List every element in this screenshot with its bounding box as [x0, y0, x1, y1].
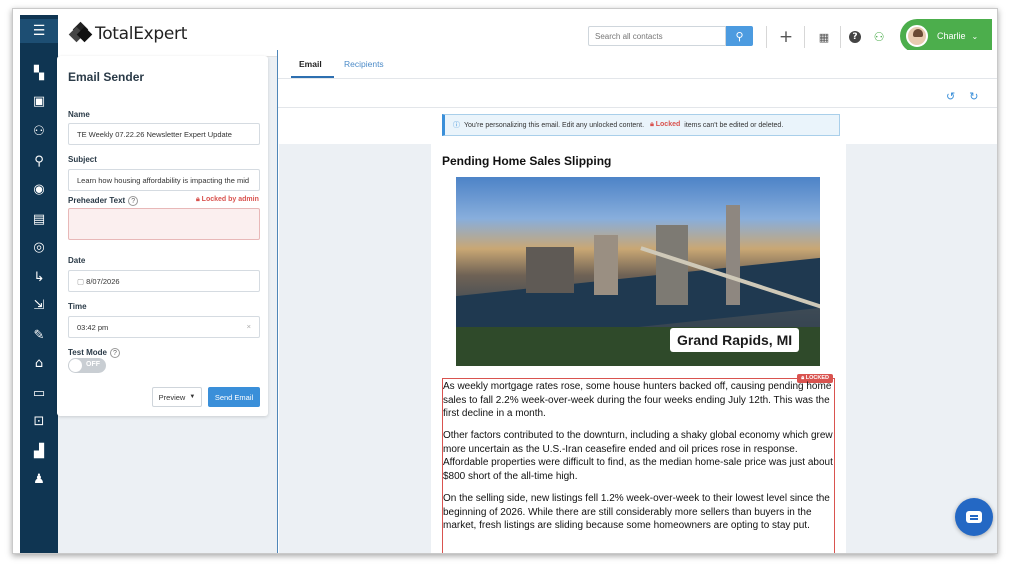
- divider: [840, 26, 841, 48]
- notice-locked: 🔒︎ Locked: [650, 121, 681, 128]
- flow-icon[interactable]: ↳: [20, 267, 58, 287]
- locked-content-block[interactable]: 🔒︎ LOCKED As weekly mortgage rates rose,…: [442, 374, 835, 553]
- notice-tail: items can't be edited or deleted.: [684, 121, 784, 129]
- left-nav-rail: ☰ ▚ ▣ ⚇ ⚲ ◉ ▤ ◎ ↳ ⇲ ✎ ⌂ ▭ ⊡ ▟ ♟: [20, 15, 58, 553]
- building-shape: [726, 205, 740, 305]
- calendar-icon: ▢: [77, 277, 87, 286]
- people-icon[interactable]: ⚇: [20, 121, 58, 141]
- home-icon[interactable]: ⌂: [20, 353, 58, 373]
- canvas-margin: [279, 144, 431, 553]
- inbox-icon[interactable]: ⊡: [20, 411, 58, 431]
- preview-label: Preview: [158, 392, 186, 402]
- search-button[interactable]: ⚲: [726, 26, 753, 46]
- search-icon: ⚲: [735, 29, 744, 43]
- apps-grid-icon[interactable]: ▦: [814, 26, 834, 48]
- help-icon[interactable]: ?: [847, 26, 863, 48]
- notice-text: You're personalizing this email. Edit an…: [464, 121, 645, 129]
- info-icon: ⓘ: [453, 121, 460, 129]
- time-label: Time: [68, 302, 87, 311]
- date-field[interactable]: ▢ 8/07/2026: [68, 270, 260, 292]
- test-mode-label: Test Mode?: [68, 348, 120, 358]
- canvas-margin: [846, 144, 997, 553]
- undo-icon[interactable]: ↺: [946, 90, 969, 103]
- email-preview: Pending Home Sales Slipping Grand Rapids…: [431, 144, 846, 553]
- body-paragraph: Other factors contributed to the downtur…: [443, 430, 833, 482]
- logo-text: TotalExpert: [95, 24, 188, 44]
- editor-tabs: Email Recipients: [278, 50, 997, 79]
- divider: [278, 107, 997, 108]
- user-name: Charlie: [937, 31, 966, 41]
- contacts-icon[interactable]: ⚇: [870, 26, 888, 48]
- time-field[interactable]: 03:42 pm ×: [68, 316, 260, 338]
- calendar-icon[interactable]: ▤: [20, 209, 58, 229]
- active-tab-indicator: [291, 76, 334, 78]
- dashboard-icon[interactable]: ▚: [20, 63, 58, 83]
- name-label: Name: [68, 110, 90, 119]
- caret-down-icon: ▼: [189, 394, 196, 400]
- image-caption: Grand Rapids, MI: [670, 328, 800, 352]
- email-editor: Email Recipients ↺↻ ⓘ You're personalizi…: [277, 50, 997, 553]
- preheader-field: [68, 208, 260, 240]
- preheader-label-text: Preheader Text: [68, 196, 126, 205]
- undo-redo-controls: ↺↻: [946, 90, 992, 103]
- building-shape: [656, 225, 688, 305]
- hero-image[interactable]: Grand Rapids, MI: [456, 177, 820, 366]
- locked-by-admin-badge: 🔒︎ Locked by admin: [196, 196, 259, 204]
- date-value: 8/07/2026: [86, 277, 120, 286]
- subject-label: Subject: [68, 155, 97, 164]
- user-menu[interactable]: Charlie ⌄: [900, 19, 992, 53]
- email-sender-panel: Email Sender Name TE Weekly 07.22.26 New…: [57, 56, 268, 416]
- app-window: ☰ ▚ ▣ ⚇ ⚲ ◉ ▤ ◎ ↳ ⇲ ✎ ⌂ ▭ ⊡ ▟ ♟ TotalExp…: [12, 8, 998, 554]
- help-icon[interactable]: ?: [109, 348, 120, 358]
- redo-icon[interactable]: ↻: [969, 90, 992, 103]
- preview-button[interactable]: Preview ▼: [152, 387, 202, 407]
- divider: [766, 26, 767, 48]
- name-field[interactable]: TE Weekly 07.22.26 Newsletter Expert Upd…: [68, 123, 260, 145]
- notice-locked-text: Locked: [655, 121, 681, 128]
- divider: [804, 26, 805, 48]
- date-label: Date: [68, 256, 86, 265]
- subject-field[interactable]: Learn how housing affordability is impac…: [68, 169, 260, 191]
- toggle-knob: [69, 359, 82, 372]
- toggle-state: OFF: [86, 361, 100, 368]
- send-email-button[interactable]: Send Email: [208, 387, 260, 407]
- target-icon[interactable]: ◎: [20, 237, 58, 257]
- panel-title: Email Sender: [68, 70, 145, 84]
- add-icon[interactable]: +: [776, 26, 796, 48]
- analytics-icon[interactable]: ▟: [20, 441, 58, 461]
- building-shape: [594, 235, 618, 295]
- chat-button[interactable]: [955, 498, 993, 536]
- monitor-icon[interactable]: ▭: [20, 383, 58, 403]
- tab-recipients[interactable]: Recipients: [344, 59, 384, 69]
- pen-icon[interactable]: ✎: [20, 325, 58, 345]
- search-input[interactable]: Search all contacts: [588, 26, 726, 46]
- user-icon[interactable]: ♟: [20, 469, 58, 489]
- email-headline[interactable]: Pending Home Sales Slipping: [442, 154, 611, 168]
- dollar-person-icon[interactable]: ⚲: [20, 151, 58, 171]
- preheader-label: Preheader Text?: [68, 196, 139, 206]
- book-icon[interactable]: ▣: [20, 91, 58, 111]
- test-mode-label-text: Test Mode: [68, 348, 107, 357]
- menu-icon[interactable]: ☰: [20, 19, 58, 43]
- help-icon[interactable]: ?: [128, 196, 139, 206]
- time-value: 03:42 pm: [77, 323, 109, 332]
- chat-icon: [966, 511, 982, 523]
- avatar: [906, 25, 928, 47]
- locked-by-admin-text: Locked by admin: [201, 196, 259, 203]
- share-icon[interactable]: ⇲: [20, 295, 58, 315]
- body-paragraph: As weekly mortgage rates rose, some hous…: [443, 381, 832, 419]
- clear-icon[interactable]: ×: [247, 322, 251, 331]
- building-shape: [526, 247, 574, 293]
- speedometer-icon[interactable]: ◉: [20, 179, 58, 199]
- logo-mark-icon: [68, 21, 93, 44]
- personalize-notice: ⓘ You're personalizing this email. Edit …: [442, 114, 840, 136]
- tab-email[interactable]: Email: [299, 59, 322, 69]
- logo[interactable]: TotalExpert: [68, 21, 188, 44]
- test-mode-toggle[interactable]: OFF: [68, 358, 106, 373]
- body-paragraph: On the selling side, new listings fell 1…: [443, 493, 830, 531]
- chevron-down-icon: ⌄: [971, 31, 979, 41]
